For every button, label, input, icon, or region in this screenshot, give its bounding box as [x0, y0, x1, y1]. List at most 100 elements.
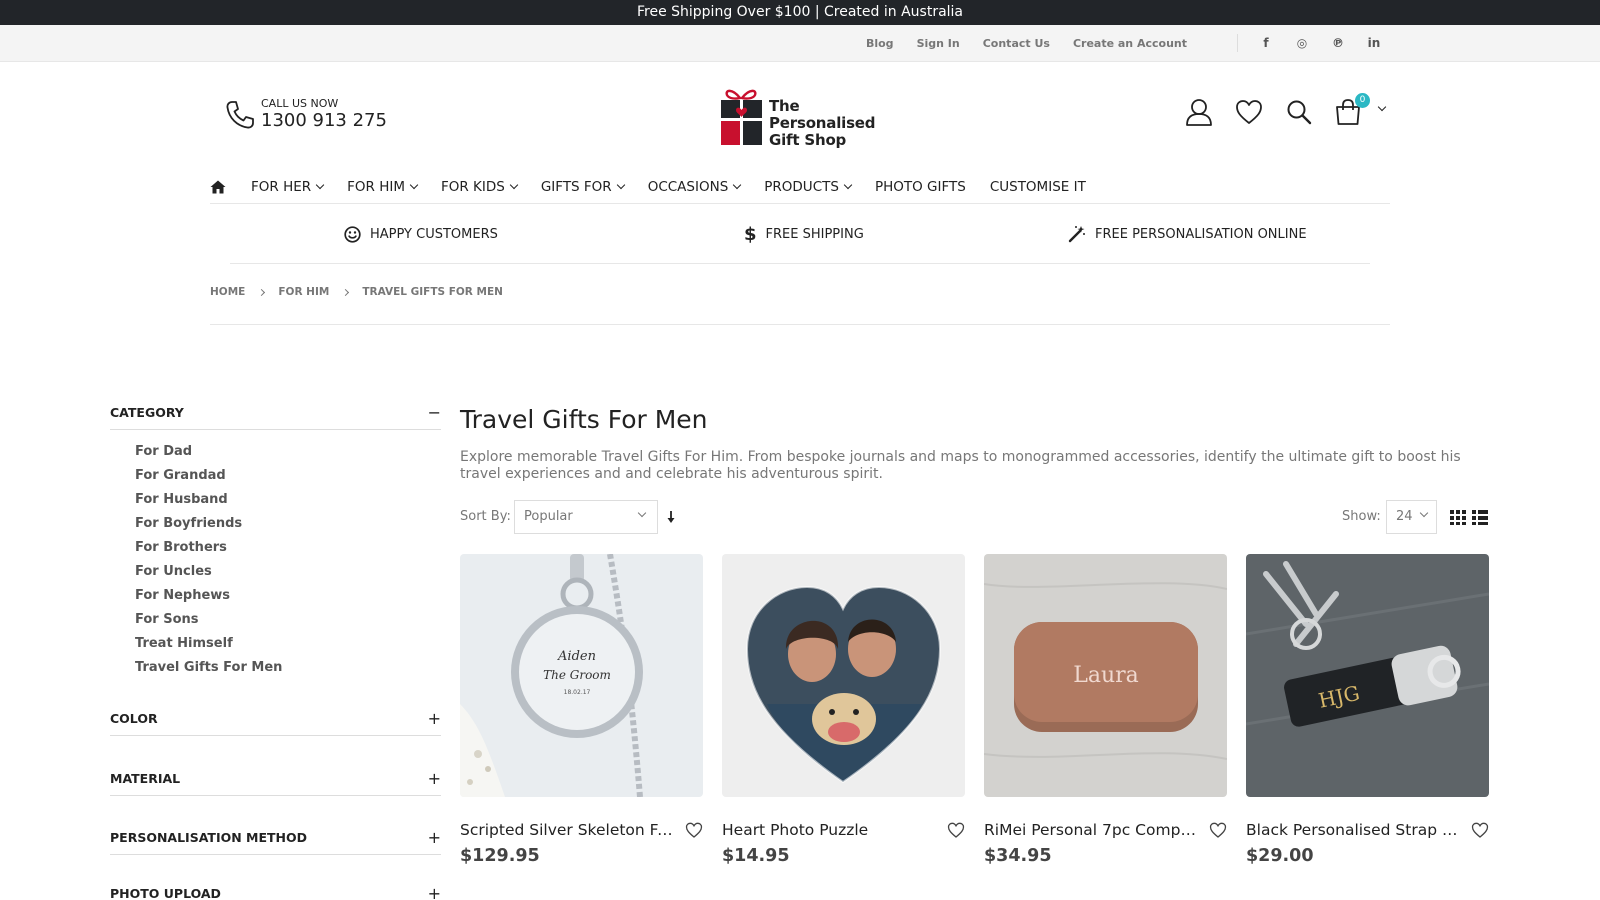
product-image[interactable]: [722, 554, 965, 797]
nav-gifts-for[interactable]: GIFTS FOR: [541, 170, 625, 204]
breadcrumb-for-him[interactable]: FOR HIM: [278, 286, 329, 298]
pinterest-icon[interactable]: ℗: [1330, 35, 1346, 51]
utility-separator: [1237, 34, 1238, 52]
logo-line-2: Personalised: [769, 114, 876, 132]
heart-puzzle-image: [722, 554, 965, 797]
filter-title: PHOTO UPLOAD: [110, 886, 221, 900]
dollar-icon: $: [744, 223, 757, 245]
product-name[interactable]: Black Personalised Strap Key...: [1246, 821, 1466, 839]
chevron-down-icon: [409, 180, 419, 189]
collapse-icon[interactable]: −: [428, 400, 441, 425]
show-value: 24: [1396, 509, 1413, 524]
filter-category-header[interactable]: CATEGORY −: [110, 400, 441, 430]
product-image[interactable]: Laura: [984, 554, 1227, 797]
nav-products[interactable]: PRODUCTS: [764, 170, 853, 204]
engraving-line-1: Aiden: [557, 649, 596, 664]
chevron-down-icon: [509, 180, 519, 189]
product-price: $129.95: [460, 846, 540, 866]
chevron-right-icon: [258, 288, 266, 296]
magic-wand-icon: [1068, 226, 1085, 243]
nav-for-her[interactable]: FOR HER: [251, 170, 325, 204]
filter-personalisation-header[interactable]: PERSONALISATION METHOD +: [110, 825, 441, 855]
product-name[interactable]: RiMei Personal 7pc Compact...: [984, 821, 1204, 839]
wishlist-heart-icon[interactable]: [1471, 821, 1489, 839]
category-item[interactable]: For Brothers: [135, 536, 441, 560]
sort-label: Sort By:: [460, 509, 511, 524]
compact-case-image: Laura: [984, 554, 1227, 797]
utility-bar: Blog Sign In Contact Us Create an Accoun…: [0, 25, 1600, 62]
filter-color-header[interactable]: COLOR +: [110, 706, 441, 736]
product-toolbar: Sort By: Popular Show: 24: [460, 500, 1490, 534]
product-price: $34.95: [984, 846, 1052, 866]
category-item[interactable]: For Husband: [135, 488, 441, 512]
engraving-line-2: The Groom: [543, 668, 611, 682]
breadcrumb-current: TRAVEL GIFTS FOR MEN: [362, 286, 503, 298]
category-item[interactable]: For Uncles: [135, 560, 441, 584]
create-account-link[interactable]: Create an Account: [1073, 37, 1187, 50]
product-card[interactable]: HJG Black Personalised Strap Key... $29.…: [1246, 554, 1489, 866]
nav-for-kids[interactable]: FOR KIDS: [441, 170, 519, 204]
search-button[interactable]: [1283, 96, 1315, 128]
nav-customise-it[interactable]: CUSTOMISE IT: [990, 170, 1086, 204]
call-us[interactable]: CALL US NOW 1300 913 275: [224, 97, 444, 133]
nav-for-him[interactable]: FOR HIM: [347, 170, 419, 204]
category-item[interactable]: For Nephews: [135, 584, 441, 608]
contact-us-link[interactable]: Contact Us: [983, 37, 1050, 50]
site-logo[interactable]: The Personalised Gift Shop: [720, 84, 890, 149]
logo-text: The Personalised Gift Shop: [769, 98, 876, 149]
sort-direction-icon[interactable]: [664, 508, 678, 526]
expand-icon[interactable]: +: [428, 766, 441, 791]
nav-label: PHOTO GIFTS: [874, 178, 966, 195]
filter-material-header[interactable]: MATERIAL +: [110, 766, 441, 796]
expand-icon[interactable]: +: [428, 881, 441, 900]
utility-links: Blog Sign In Contact Us Create an Accoun…: [866, 25, 1187, 61]
account-button[interactable]: [1183, 96, 1215, 128]
chevron-down-icon: [315, 180, 325, 189]
gift-box-logo-icon: [721, 89, 762, 145]
blog-link[interactable]: Blog: [866, 37, 894, 50]
wishlist-heart-icon[interactable]: [947, 821, 965, 839]
filter-personalisation-method: PERSONALISATION METHOD +: [110, 825, 441, 855]
expand-icon[interactable]: +: [428, 706, 441, 731]
nav-occasions[interactable]: OCCASIONS: [648, 170, 742, 204]
product-name[interactable]: Heart Photo Puzzle: [722, 821, 942, 839]
filter-material: MATERIAL +: [110, 766, 441, 796]
header-actions: 0: [1183, 93, 1389, 130]
product-card[interactable]: Aiden The Groom 18.02.17 Scripted Silver…: [460, 554, 703, 866]
category-item[interactable]: For Dad: [135, 440, 441, 464]
category-item[interactable]: For Grandad: [135, 464, 441, 488]
linkedin-icon[interactable]: in: [1366, 35, 1382, 51]
category-item[interactable]: For Boyfriends: [135, 512, 441, 536]
nav-label: PRODUCTS: [764, 178, 839, 195]
key-ring-image: HJG: [1246, 554, 1489, 797]
category-item[interactable]: Travel Gifts For Men: [135, 656, 441, 680]
sort-select[interactable]: Popular: [514, 500, 658, 534]
product-card[interactable]: Heart Photo Puzzle $14.95: [722, 554, 965, 866]
usp-label: FREE SHIPPING: [765, 226, 864, 242]
product-image[interactable]: HJG: [1246, 554, 1489, 797]
wishlist-heart-icon[interactable]: [685, 821, 703, 839]
filter-photo-upload: PHOTO UPLOAD +: [110, 881, 441, 900]
product-card[interactable]: Laura RiMei Personal 7pc Compact... $34.…: [984, 554, 1227, 866]
home-icon[interactable]: [210, 179, 226, 195]
product-name[interactable]: Scripted Silver Skeleton Face...: [460, 821, 680, 839]
user-icon: [1186, 99, 1212, 126]
breadcrumb-home[interactable]: HOME: [210, 286, 245, 298]
wishlist-heart-icon[interactable]: [1209, 821, 1227, 839]
expand-icon[interactable]: +: [428, 825, 441, 850]
show-select[interactable]: 24: [1386, 500, 1437, 534]
filter-color: COLOR +: [110, 706, 441, 736]
cart-button[interactable]: 0: [1333, 93, 1389, 128]
nav-photo-gifts[interactable]: PHOTO GIFTS: [875, 170, 966, 204]
wishlist-button[interactable]: [1233, 96, 1265, 128]
sign-in-link[interactable]: Sign In: [917, 37, 960, 50]
grid-view-icon[interactable]: [1449, 508, 1467, 526]
category-item[interactable]: Treat Himself: [135, 632, 441, 656]
product-image[interactable]: Aiden The Groom 18.02.17: [460, 554, 703, 797]
instagram-icon[interactable]: ◎: [1294, 35, 1310, 51]
list-view-icon[interactable]: [1471, 508, 1489, 526]
filter-photo-upload-header[interactable]: PHOTO UPLOAD +: [110, 881, 441, 900]
category-item[interactable]: For Sons: [135, 608, 441, 632]
facebook-icon[interactable]: f: [1258, 35, 1274, 51]
engraving-text: Laura: [1073, 663, 1139, 688]
